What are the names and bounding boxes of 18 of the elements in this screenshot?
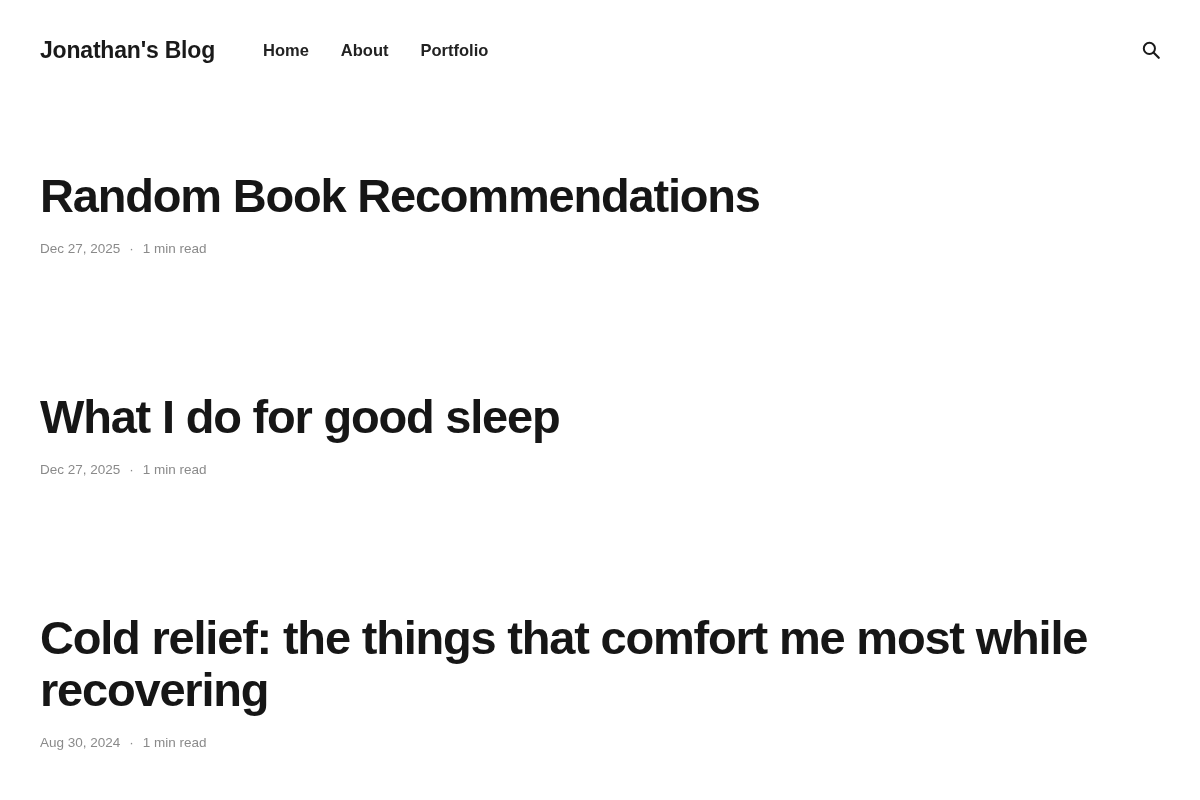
post-date: Dec 27, 2025 [40, 240, 121, 258]
read-time: 1 min read [142, 461, 207, 479]
search-icon [1142, 41, 1160, 59]
post-date: Aug 30, 2024 [40, 734, 121, 752]
nav-link[interactable]: About [340, 40, 389, 60]
separator-dot: · [129, 240, 134, 258]
read-time: 1 min read [142, 240, 207, 258]
blog-logo-link[interactable]: Jonathan's Blog [40, 36, 215, 64]
read-time: 1 min read [142, 734, 207, 752]
nav-link[interactable]: Portfolio [420, 40, 489, 60]
search-button[interactable] [1140, 39, 1162, 61]
post-title-link[interactable]: Random Book Recommendations [40, 170, 760, 222]
separator-dot: · [129, 461, 134, 479]
nav-link[interactable]: Home [263, 40, 309, 60]
post-date: Dec 27, 2025 [40, 461, 121, 479]
separator-dot: · [129, 734, 134, 752]
post-title-link[interactable]: What I do for good sleep [40, 391, 560, 443]
post-title-link[interactable]: Cold relief: the things that comfort me most while recovering [40, 612, 1160, 716]
